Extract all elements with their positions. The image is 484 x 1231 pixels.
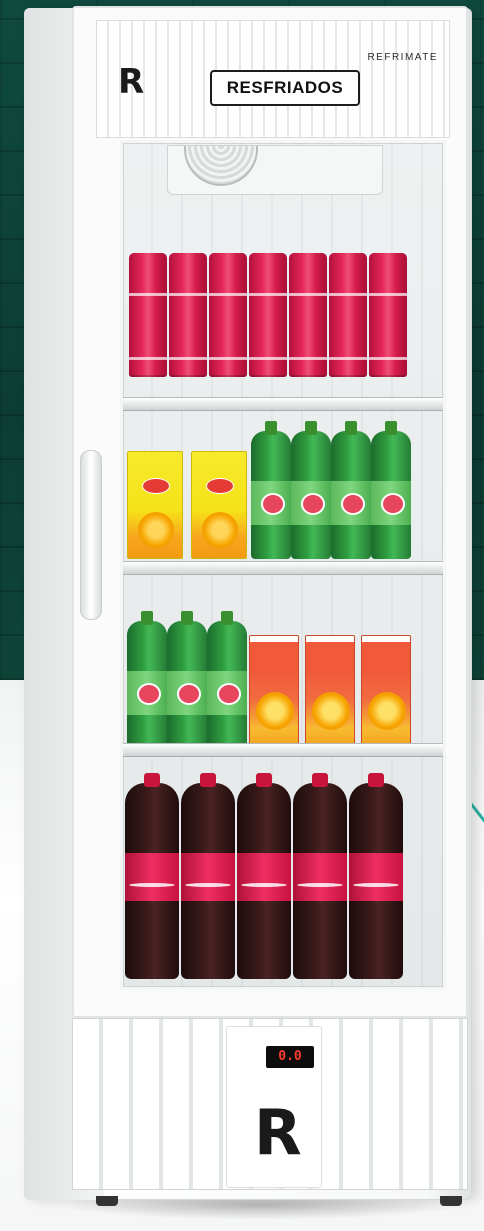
- fridge-interior: [120, 140, 446, 990]
- juice-box: [127, 451, 183, 559]
- can: [249, 253, 287, 377]
- juice-box: [191, 451, 247, 559]
- cola-bottle: [349, 773, 403, 979]
- foot: [96, 1196, 118, 1206]
- soda-bottle: [291, 421, 331, 559]
- brand-name: REFRIMATE: [367, 52, 438, 63]
- soda-bottle: [371, 421, 411, 559]
- cola-bottle: [237, 773, 291, 979]
- brand-logo-top: R: [118, 62, 144, 102]
- foot: [440, 1196, 462, 1206]
- soda-bottle: [251, 421, 291, 559]
- cola-bottle: [181, 773, 235, 979]
- brand-logo-base: R: [254, 1096, 302, 1169]
- cola-bottle: [293, 773, 347, 979]
- evaporator-unit: [167, 145, 383, 195]
- can: [129, 253, 167, 377]
- shelf: [123, 397, 443, 411]
- can: [369, 253, 407, 377]
- door-handle[interactable]: [80, 450, 102, 620]
- cola-bottle: [125, 773, 179, 979]
- category-sign: RESFRIADOS: [210, 70, 360, 106]
- temperature-display[interactable]: 0.0: [266, 1046, 314, 1068]
- can: [169, 253, 207, 377]
- juice-box: [361, 635, 411, 753]
- shelf: [123, 561, 443, 575]
- can: [289, 253, 327, 377]
- soda-bottle: [167, 611, 207, 749]
- shelf: [123, 743, 443, 757]
- juice-box: [249, 635, 299, 753]
- soda-bottle: [127, 611, 167, 749]
- soda-bottle: [207, 611, 247, 749]
- can: [329, 253, 367, 377]
- can: [209, 253, 247, 377]
- fan-icon: [184, 146, 258, 186]
- soda-bottle: [331, 421, 371, 559]
- juice-box: [305, 635, 355, 753]
